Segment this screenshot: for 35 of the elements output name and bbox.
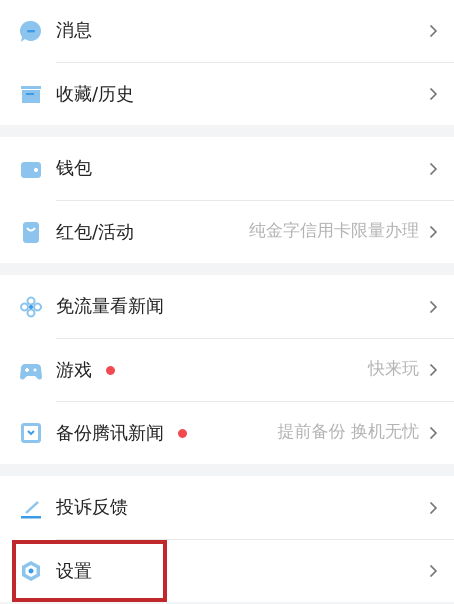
menu-hint: 提前备份 换机无忧: [278, 421, 419, 444]
chevron-icon: [429, 564, 438, 578]
chevron-icon: [429, 87, 438, 101]
menu-item[interactable]: 钱包: [0, 137, 454, 200]
hexagon-icon: [20, 560, 42, 582]
chevron-icon: [429, 162, 438, 176]
menu-item[interactable]: 消息: [0, 0, 454, 62]
chevron-icon: [429, 225, 438, 239]
bag-icon: [20, 220, 42, 242]
flower-icon: [20, 296, 42, 318]
chevron-icon: [429, 500, 438, 514]
menu-label: 消息: [56, 19, 92, 43]
chevron-icon: [429, 300, 438, 314]
download-box-icon: [20, 422, 42, 444]
chevron-icon: [429, 363, 438, 377]
menu-label: 备份腾讯新闻: [56, 422, 164, 446]
menu-item[interactable]: 设置: [0, 539, 454, 602]
menu-hint: 快来玩: [368, 358, 419, 382]
menu-item[interactable]: 红包/活动 纯金字信用卡限量办理: [0, 200, 454, 263]
menu-hint: 纯金字信用卡限量办理: [249, 220, 419, 244]
menu-label: 免流量看新闻: [56, 295, 164, 319]
menu-item[interactable]: 备份腾讯新闻 提前备份 换机无忧: [0, 401, 454, 464]
chevron-icon: [429, 426, 438, 440]
menu-label: 设置: [56, 560, 92, 584]
menu-item[interactable]: 收藏/历史: [0, 62, 454, 125]
chevron-icon: [429, 24, 438, 38]
menu-label: 收藏/历史: [56, 82, 134, 106]
menu-label: 钱包: [56, 157, 92, 181]
menu-item[interactable]: 游戏 快来玩: [0, 338, 454, 401]
menu-label: 红包/活动: [56, 220, 134, 244]
menu-label: 投诉反馈: [56, 496, 128, 520]
menu-item[interactable]: 免流量看新闻: [0, 275, 454, 338]
chat-bubble-icon: [20, 20, 42, 42]
menu-label: 游戏: [56, 358, 92, 382]
menu-item[interactable]: 投诉反馈: [0, 476, 454, 539]
